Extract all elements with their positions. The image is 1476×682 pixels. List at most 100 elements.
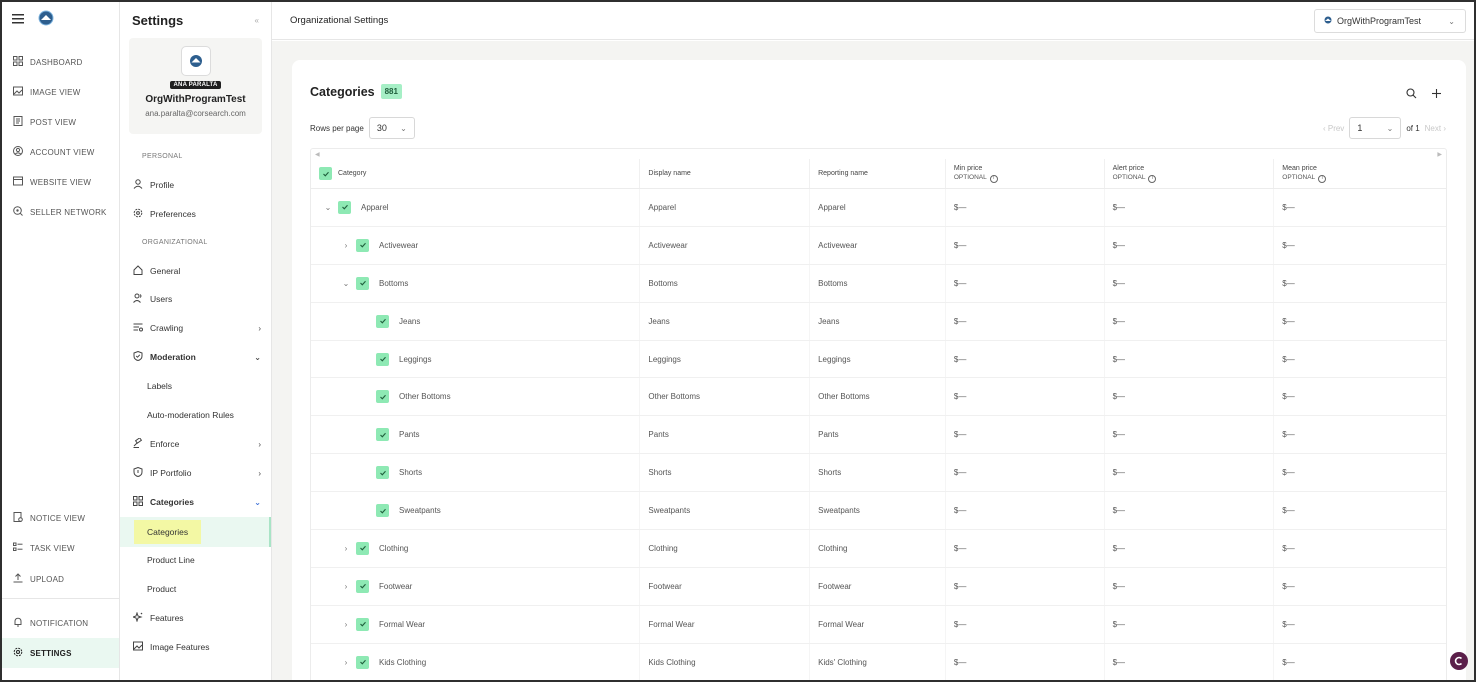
table-row[interactable]: › Formal Wear Formal Wear Formal Wear $— $— $— [311, 605, 1446, 644]
expand-toggle-icon[interactable]: › [341, 620, 351, 629]
cell-mean-price[interactable]: $— [1274, 378, 1446, 415]
table-row[interactable]: Pants Pants Pants $— $— $— [311, 416, 1446, 455]
table-row[interactable]: Leggings Leggings Leggings $— $— $— [311, 340, 1446, 379]
cell-mean-price[interactable]: $— [1274, 416, 1446, 453]
expand-toggle-icon[interactable]: › [341, 658, 351, 667]
table-row[interactable]: ⌄ Bottoms Bottoms Bottoms $— $— $— [311, 264, 1446, 303]
search-icon[interactable] [1406, 86, 1417, 104]
cell-alert-price[interactable]: $— [1105, 492, 1275, 530]
settings-sub-auto-moderation[interactable]: Auto-moderation Rules [120, 402, 271, 428]
cell-min-price[interactable]: $— [946, 302, 1105, 340]
nav-dashboard[interactable]: DASHBOARD [2, 47, 119, 77]
cell-min-price[interactable]: $— [946, 643, 1105, 680]
expand-toggle-icon[interactable]: › [341, 544, 351, 553]
info-icon[interactable]: i [989, 174, 998, 183]
table-row[interactable]: › Activewear Activewear Activewear $— $— $— [311, 226, 1446, 265]
header-mean-price[interactable]: Mean price OPTIONAL i [1274, 159, 1446, 188]
rows-per-page-select[interactable]: 30 ⌄ [368, 117, 415, 139]
row-checkbox[interactable] [356, 541, 369, 555]
row-checkbox[interactable] [376, 314, 389, 328]
info-icon[interactable]: i [1148, 174, 1157, 183]
cell-mean-price[interactable]: $— [1274, 189, 1446, 226]
cell-mean-price[interactable]: $— [1274, 227, 1446, 264]
expand-toggle-icon[interactable]: ⌄ [323, 203, 333, 212]
table-row[interactable]: ⌄ Apparel Apparel Apparel $— $— $— [311, 189, 1446, 227]
row-checkbox[interactable] [356, 238, 369, 252]
cell-min-price[interactable]: $— [946, 264, 1105, 302]
settings-item-enforce[interactable]: Enforce › [120, 431, 271, 457]
table-row[interactable]: › Kids Clothing Kids Clothing Kids' Clothin… [311, 643, 1446, 680]
nav-notification[interactable]: NOTIFICATION [2, 608, 119, 638]
page-select[interactable]: 1 ⌄ [1349, 117, 1402, 139]
app-logo-icon[interactable] [38, 10, 54, 31]
table-row[interactable]: Shorts Shorts Shorts $— $— $— [311, 454, 1446, 493]
cell-min-price[interactable]: $— [946, 340, 1105, 378]
table-row[interactable]: Jeans Jeans Jeans $— $— $— [311, 302, 1446, 341]
header-reporting-name[interactable]: Reporting name [810, 159, 946, 188]
cell-alert-price[interactable]: $— [1105, 226, 1275, 264]
nav-account-view[interactable]: ACCOUNT VIEW [2, 137, 119, 167]
row-checkbox[interactable] [356, 579, 369, 593]
table-row[interactable]: › Footwear Footwear Footwear $— $— $— [311, 567, 1446, 606]
org-select-dropdown[interactable]: OrgWithProgramTest ⌄ [1314, 9, 1466, 33]
cell-alert-price[interactable]: $— [1105, 189, 1275, 226]
nav-task-view[interactable]: TASK VIEW [2, 533, 119, 563]
nav-seller-network[interactable]: SELLER NETWORK [2, 197, 119, 227]
settings-item-features[interactable]: Features [120, 605, 271, 631]
nav-notice-view[interactable]: NOTICE VIEW [2, 503, 119, 533]
row-checkbox[interactable] [338, 200, 351, 214]
cell-mean-price[interactable]: $— [1274, 644, 1446, 680]
cell-alert-price[interactable]: $— [1105, 340, 1275, 378]
settings-item-crawling[interactable]: Crawling › [120, 315, 271, 341]
cell-alert-price[interactable]: $— [1105, 416, 1275, 454]
settings-item-preferences[interactable]: Preferences [120, 201, 271, 227]
settings-sub-labels[interactable]: Labels [120, 373, 271, 399]
cell-min-price[interactable]: $— [946, 189, 1105, 226]
cell-min-price[interactable]: $— [946, 454, 1105, 492]
cell-alert-price[interactable]: $— [1105, 454, 1275, 492]
cell-alert-price[interactable]: $— [1105, 530, 1275, 567]
add-icon[interactable] [1431, 86, 1442, 104]
help-chat-button[interactable] [1450, 652, 1468, 670]
cell-min-price[interactable]: $— [946, 226, 1105, 264]
settings-item-categories[interactable]: Categories ⌄ [120, 489, 271, 515]
settings-item-general[interactable]: General [120, 258, 271, 284]
cell-alert-price[interactable]: $— [1105, 378, 1275, 416]
cell-min-price[interactable]: $— [946, 416, 1105, 454]
select-all-checkbox[interactable] [319, 167, 332, 180]
cell-mean-price[interactable]: $— [1274, 265, 1446, 302]
table-row[interactable]: Other Bottoms Other Bottoms Other Bottoms $… [311, 378, 1446, 417]
next-page-button[interactable]: Next › [1425, 124, 1446, 133]
settings-item-image-features[interactable]: Image Features [120, 634, 271, 660]
cell-min-price[interactable]: $— [946, 530, 1105, 567]
cell-mean-price[interactable]: $— [1274, 568, 1446, 605]
hamburger-menu-icon[interactable] [12, 11, 24, 29]
cell-mean-price[interactable]: $— [1274, 606, 1446, 643]
row-checkbox[interactable] [376, 466, 389, 480]
nav-post-view[interactable]: POST VIEW [2, 107, 119, 137]
scroll-right-icon[interactable]: ▶ [1437, 151, 1442, 158]
row-checkbox[interactable] [376, 352, 389, 366]
cell-alert-price[interactable]: $— [1105, 567, 1275, 605]
settings-sub-product-line[interactable]: Product Line [120, 547, 271, 573]
nav-website-view[interactable]: WEBSITE VIEW [2, 167, 119, 197]
horizontal-scrollbar[interactable]: ◀ ▶ [311, 149, 1446, 159]
settings-sub-product[interactable]: Product [120, 576, 271, 602]
header-min-price[interactable]: Min price OPTIONAL i [946, 159, 1105, 188]
cell-alert-price[interactable]: $— [1105, 605, 1275, 643]
settings-item-profile[interactable]: Profile [120, 172, 271, 198]
table-row[interactable]: Sweatpants Sweatpants Sweatpants $— $— $— [311, 492, 1446, 531]
cell-min-price[interactable]: $— [946, 492, 1105, 530]
cell-mean-price[interactable]: $— [1274, 530, 1446, 567]
row-checkbox[interactable] [356, 655, 369, 669]
settings-item-moderation[interactable]: Moderation ⌄ [120, 344, 271, 370]
row-checkbox[interactable] [356, 276, 369, 290]
nav-image-view[interactable]: IMAGE VIEW [2, 77, 119, 107]
cell-mean-price[interactable]: $— [1274, 454, 1446, 491]
info-icon[interactable]: i [1318, 174, 1327, 183]
header-category[interactable]: Category [311, 159, 641, 188]
scroll-left-icon[interactable]: ◀ [315, 151, 320, 158]
nav-upload[interactable]: UPLOAD [2, 564, 119, 594]
cell-mean-price[interactable]: $— [1274, 341, 1446, 378]
cell-alert-price[interactable]: $— [1105, 302, 1275, 340]
